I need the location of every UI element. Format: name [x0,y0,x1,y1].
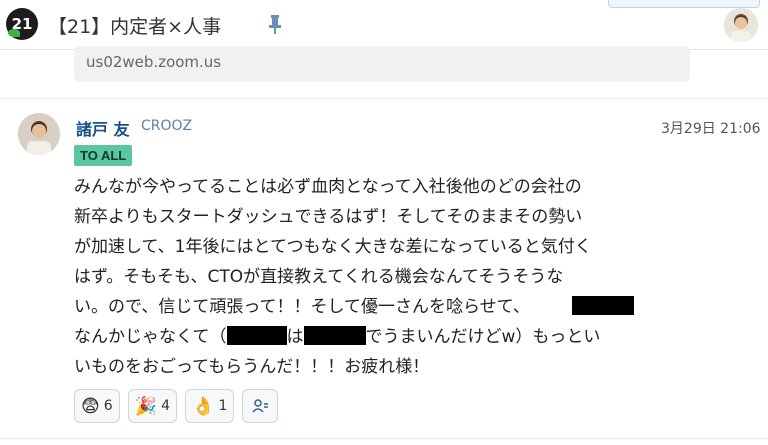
channel-header: 21 【21】内定者×人事 [0,2,768,50]
message-line: はず。そもそも、CTOが直接教えてくれる機会なんてそうそうな [74,267,564,287]
message-separator [0,98,768,99]
channel-icon-number: 21 [11,15,33,33]
message-timestamp[interactable]: 3月29日 21:06 [661,118,761,138]
sender-organization: CROOZ [141,118,193,134]
ok-hand-icon: 👌 [192,395,215,417]
reaction-count: 4 [161,398,171,414]
message-text: は [286,327,304,347]
message-line: いものをおごってもらうんだ！！！お疲れ様！ [74,357,430,377]
sender-avatar[interactable] [18,113,60,155]
reaction-count: 6 [103,398,113,414]
party-popper-icon: 🎉 [134,395,158,417]
message-line: 新卒よりもスタートダッシュできるはず！そしてそのままその勢い [74,207,583,227]
message-line: みんなが今やってることは必ず血肉となって入社後他のどの会社の [74,177,582,197]
reaction-party[interactable]: 🎉 4 [127,389,178,423]
redaction-block [303,326,366,345]
message-body: みんなが今やってることは必ず血肉となって入社後他のどの会社の 新卒よりもスタート… [74,172,694,382]
link-preview-url[interactable]: us02web.zoom.us [86,53,221,71]
reaction-count: 1 [218,398,228,414]
reaction-grimace[interactable]: 😨 6 [74,389,120,423]
users-icon [252,399,269,413]
redaction-block [571,296,634,315]
grimace-emoji-icon: 😨 [81,395,100,417]
message-line: が加速して、1年後にはとてつもなく大きな差になっていると気付く [74,237,592,257]
user-avatar[interactable] [724,8,758,42]
reaction-users-button[interactable] [242,389,279,423]
message-text: でうまいんだけどw）もっとい [365,327,601,347]
message-line: い。ので、信じて頑張って！！そして優一さんを唸らせて、 [74,292,694,322]
pin-icon[interactable] [266,13,284,35]
message-line: なんかじゃなくて（ は でうまいんだけどw）もっとい [74,322,694,352]
reaction-ok-hand[interactable]: 👌 1 [185,389,235,423]
reaction-bar: 😨 6 🎉 4 👌 1 [74,389,279,423]
message-bottom-border [0,438,768,439]
message-text: なんかじゃなくて（ [74,327,227,347]
sender-name[interactable]: 諸戸 友 [76,116,130,140]
redaction-block [226,326,287,345]
link-preview[interactable]: us02web.zoom.us [74,46,690,82]
channel-title[interactable]: 【21】内定者×人事 [48,12,221,39]
message-text: い。ので、信じて頑張って！！そして優一さんを唸らせて、 [74,297,530,317]
to-all-badge: TO ALL [74,145,133,166]
channel-icon[interactable]: 21 [6,8,38,40]
